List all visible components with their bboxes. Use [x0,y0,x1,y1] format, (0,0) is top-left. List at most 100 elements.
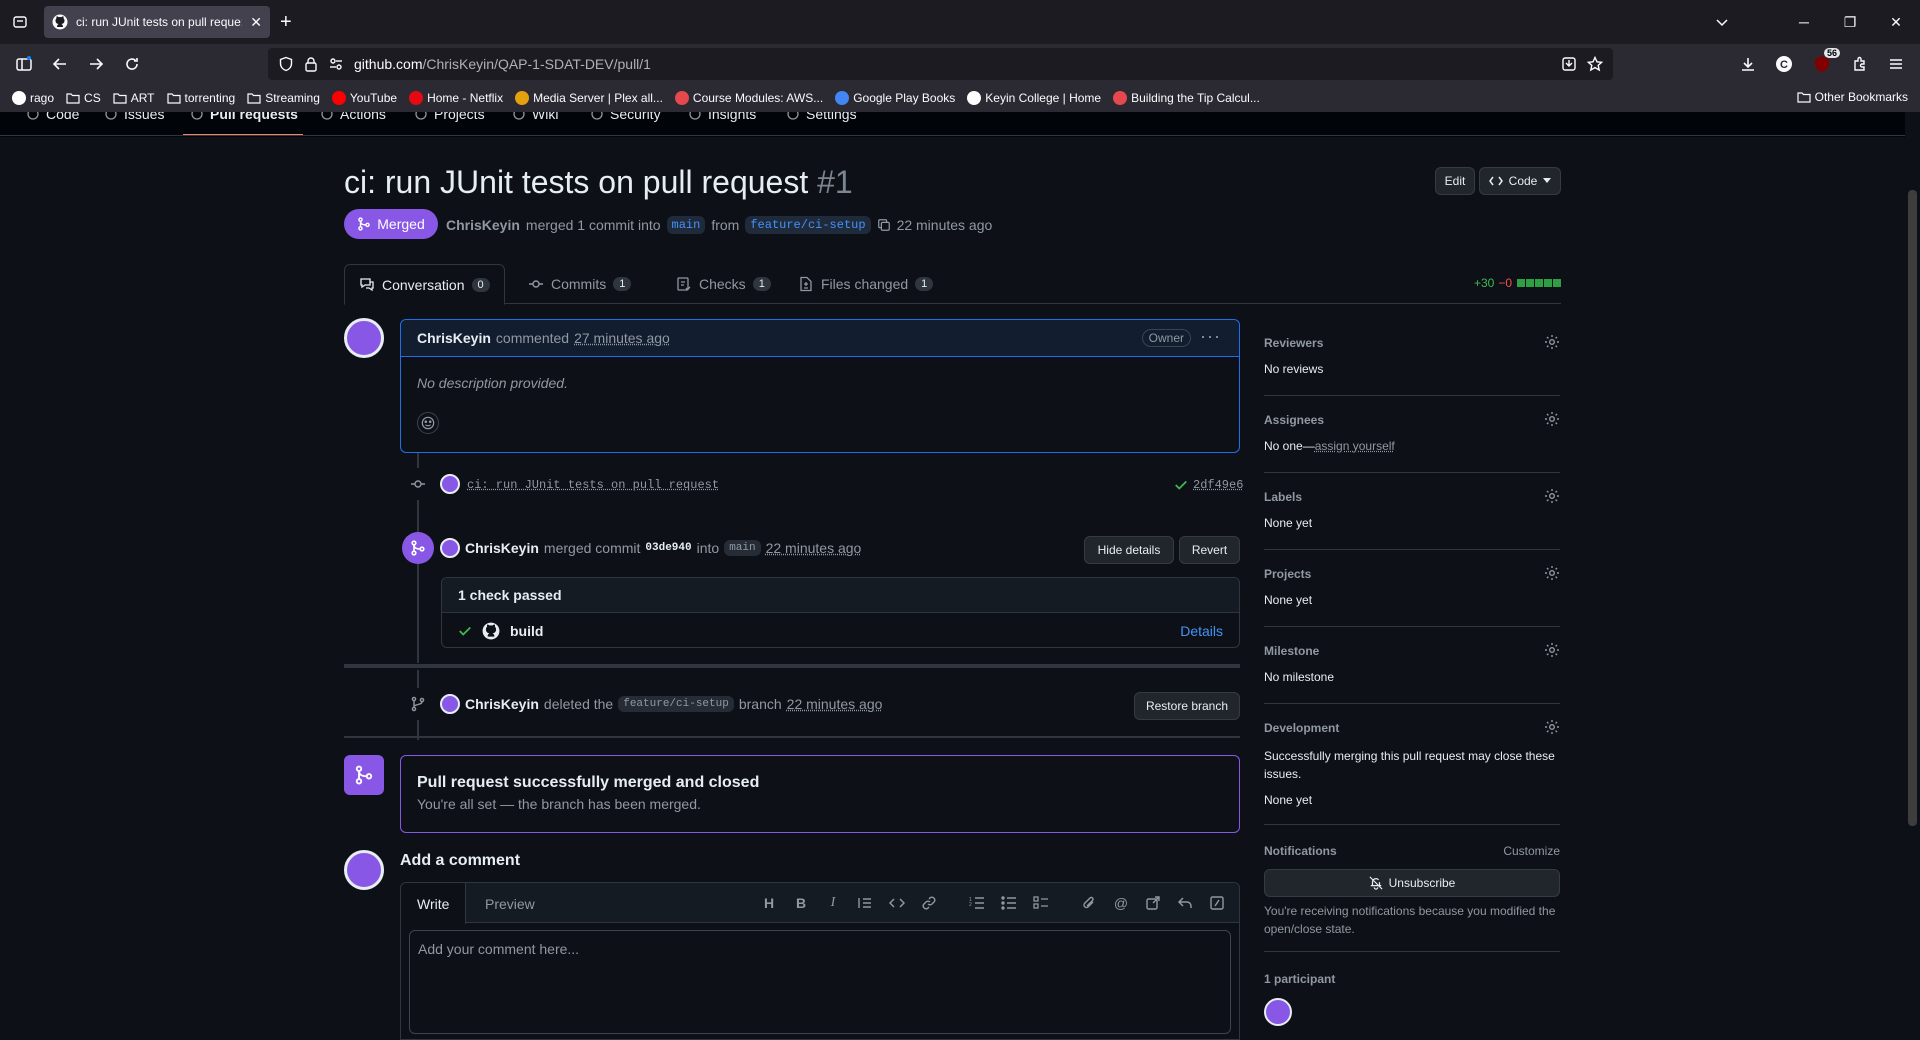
sidebar-toggle-icon[interactable] [14,54,34,74]
shield-icon[interactable] [278,56,294,72]
base-branch[interactable]: main [666,216,706,234]
gear-icon[interactable] [1544,719,1560,735]
delete-event-time[interactable]: 22 minutes ago [787,696,883,712]
bookmark-item[interactable]: Google Play Books [835,91,955,105]
sidebar-development-title[interactable]: Development [1264,721,1339,735]
head-branch[interactable]: feature/ci-setup [745,216,871,234]
ublock-extension-icon[interactable]: 56 [1812,48,1840,74]
avatar[interactable] [440,538,460,558]
repo-nav-item-pull-requests[interactable]: Pull requests [190,112,298,122]
check-details-link[interactable]: Details [1180,623,1223,639]
reader-view-icon[interactable] [1561,56,1577,72]
copy-icon[interactable] [877,218,891,232]
close-tab-icon[interactable]: ✕ [250,14,262,31]
diffstat[interactable]: +30 −0 [1474,276,1561,290]
slash-commands-icon[interactable] [1207,893,1227,913]
account-icon[interactable]: C [1774,54,1794,74]
tab-files-changed[interactable]: Files changed 1 [784,264,947,304]
delete-event-author[interactable]: ChrisKeyin [465,696,539,712]
repo-nav-item-issues[interactable]: Issues [104,112,164,122]
page-permissions-icon[interactable] [328,56,344,72]
merge-event-branch[interactable]: main [724,540,761,556]
gear-icon[interactable] [1544,334,1560,350]
app-menu-icon[interactable] [1886,54,1906,74]
tab-write[interactable]: Write [401,883,467,924]
italic-icon[interactable]: I [823,893,843,913]
mention-icon[interactable]: @ [1111,893,1131,913]
bookmark-item[interactable]: ART [113,91,155,105]
forward-icon[interactable] [86,54,106,74]
tab-commits[interactable]: Commits 1 [514,264,645,304]
bookmark-item[interactable]: Keyin College | Home [967,91,1101,105]
minimize-window-icon[interactable]: ─ [1792,10,1816,34]
close-window-icon[interactable]: ✕ [1884,10,1908,34]
new-tab-icon[interactable]: + [280,12,292,32]
sidebar-projects-title[interactable]: Projects [1264,567,1311,581]
browser-tab-active[interactable]: ci: run JUnit tests on pull reque: ✕ [44,6,270,38]
commit-message-link[interactable]: ci: run JUnit tests on pull request [467,478,719,492]
repo-nav-item-insights[interactable]: Insights [688,112,756,122]
link-icon[interactable] [919,893,939,913]
page-scrollbar[interactable] [1905,112,1920,1040]
gear-icon[interactable] [1544,642,1560,658]
comment-time[interactable]: 27 minutes ago [574,330,670,346]
merge-event-author[interactable]: ChrisKeyin [465,540,539,556]
gear-icon[interactable] [1544,565,1560,581]
scrollbar-thumb[interactable] [1908,190,1917,826]
smiley-icon[interactable] [417,412,439,434]
extensions-puzzle-icon[interactable] [1850,54,1870,74]
repo-nav-item-wiki[interactable]: Wiki [512,112,558,122]
reload-icon[interactable] [122,54,142,74]
bulleted-list-icon[interactable] [999,893,1019,913]
comment-author[interactable]: ChrisKeyin [417,330,491,346]
cross-reference-icon[interactable] [1143,893,1163,913]
repo-nav-item-actions[interactable]: Actions [320,112,386,122]
sidebar-assignees-title[interactable]: Assignees [1264,413,1324,427]
avatar[interactable] [1264,998,1292,1026]
sidebar-labels-title[interactable]: Labels [1264,490,1302,504]
restore-window-icon[interactable]: ❐ [1838,10,1862,34]
revert-button[interactable]: Revert [1179,536,1240,564]
other-bookmarks[interactable]: Other Bookmarks [1797,90,1908,104]
lock-icon[interactable] [304,56,318,72]
task-list-icon[interactable] [1031,893,1051,913]
repo-nav-item-security[interactable]: Security [590,112,661,122]
kebab-menu-icon[interactable]: ··· [1200,326,1221,347]
heading-icon[interactable]: H [759,893,779,913]
hide-details-button[interactable]: Hide details [1084,536,1174,564]
merge-event-time[interactable]: 22 minutes ago [766,540,862,556]
pr-author[interactable]: ChrisKeyin [446,217,520,233]
bookmark-item[interactable]: Course Modules: AWS... [674,91,823,105]
code-dropdown-button[interactable]: Code [1479,167,1561,195]
avatar[interactable] [344,850,384,890]
url-bar[interactable]: github.com/ChrisKeyin/QAP-1-SDAT-DEV/pul… [268,48,1613,80]
attachment-icon[interactable] [1079,893,1099,913]
customize-link[interactable]: Customize [1503,844,1560,858]
restore-branch-button[interactable]: Restore branch [1134,692,1240,720]
unsubscribe-button[interactable]: Unsubscribe [1264,869,1560,897]
tab-list-icon[interactable] [10,12,30,32]
back-icon[interactable] [50,54,70,74]
gear-icon[interactable] [1544,411,1560,427]
sidebar-milestone-title[interactable]: Milestone [1264,644,1319,658]
merge-commit-sha[interactable]: 03de940 [645,542,691,554]
repo-nav-item-settings[interactable]: Settings [786,112,857,122]
numbered-list-icon[interactable]: 12 [967,893,987,913]
tab-checks[interactable]: Checks 1 [662,264,785,304]
bookmark-item[interactable]: Streaming [247,91,320,105]
code-icon[interactable] [887,893,907,913]
sidebar-reviewers-title[interactable]: Reviewers [1264,336,1323,350]
quote-icon[interactable] [855,893,875,913]
tab-overflow-chevron-icon[interactable] [1710,10,1734,34]
gear-icon[interactable] [1544,488,1560,504]
comment-textarea[interactable] [409,930,1231,1034]
repo-nav-item-projects[interactable]: Projects [414,112,485,122]
bookmark-item[interactable]: torrenting [166,91,235,105]
bookmark-item[interactable]: Building the Tip Calcul... [1113,91,1260,105]
commit-sha-link[interactable]: 2df49e6 [1193,478,1243,492]
avatar[interactable] [344,318,384,358]
bookmark-item[interactable]: Media Server | Plex all... [515,91,663,105]
bookmark-item[interactable]: rago [12,91,54,105]
bold-icon[interactable]: B [791,893,811,913]
avatar[interactable] [440,694,460,714]
